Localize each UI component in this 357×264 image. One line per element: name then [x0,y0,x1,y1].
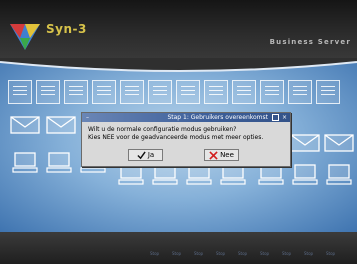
document-icon [64,80,88,104]
dialog-titlebar[interactable]: – Stap 1: Gebruikers overeenkomst × [82,113,290,122]
taskbar-item[interactable]: Stop [216,250,225,258]
header-band: Syn-3 Business Server [0,0,357,62]
footer-band: Stop Stop Stop Stop Stop Stop Stop Stop … [0,232,357,264]
computer-icon [12,152,38,173]
document-icon [148,80,172,104]
computer-icon [46,152,72,173]
yes-button[interactable]: Ja [128,149,163,161]
maximize-icon[interactable] [272,114,279,121]
logo-text: Syn-3 [46,22,87,36]
message-line: Wilt u de normale configuratie modus geb… [88,126,237,133]
taskbar-item[interactable]: Stop [282,250,291,258]
taskbar-item[interactable]: Stop [194,250,203,258]
envelope-icon [10,116,40,134]
taskbar: Stop Stop Stop Stop Stop Stop Stop Stop … [0,250,357,258]
computer-icon [152,164,178,185]
document-icon [204,80,228,104]
envelope-icon [324,134,354,152]
computer-icon [292,164,318,185]
taskbar-item[interactable]: Stop [304,250,313,258]
taskbar-item[interactable]: Stop [150,250,159,258]
envelope-icon [290,134,320,152]
taskbar-item[interactable]: Stop [260,250,269,258]
document-icon [260,80,284,104]
header-swoosh [0,58,357,72]
dialog-title: Stap 1: Gebruikers overeenkomst [167,114,268,121]
message-line: Kies NEE voor de geadvanceerde modus met… [88,134,264,141]
document-icon [288,80,312,104]
taskbar-item[interactable]: Stop [172,250,181,258]
document-icon [176,80,200,104]
computer-icon [220,164,246,185]
syn3-logo-icon [10,24,40,50]
document-icon [316,80,340,104]
dialog-message: Wilt u de normale configuratie modus geb… [88,126,263,142]
no-button[interactable]: Nee [204,149,239,161]
document-icon [92,80,116,104]
computer-icon [258,164,284,185]
document-icon [8,80,32,104]
product-tagline: Business Server [269,38,351,46]
window-menu-icon[interactable]: – [84,114,91,121]
taskbar-item[interactable]: Stop [326,250,335,258]
close-icon[interactable]: × [281,114,288,121]
document-icon [232,80,256,104]
confirm-dialog: – Stap 1: Gebruikers overeenkomst × Wilt… [81,112,291,167]
document-icon [120,80,144,104]
computer-icon [326,164,352,185]
document-icon [36,80,60,104]
check-icon [137,150,146,159]
envelope-icon [46,116,76,134]
x-icon [209,150,218,160]
no-button-label: Nee [220,151,234,159]
computer-icon [186,164,212,185]
taskbar-item[interactable]: Stop [238,250,247,258]
computer-icon [118,164,144,185]
yes-button-label: Ja [147,151,155,159]
